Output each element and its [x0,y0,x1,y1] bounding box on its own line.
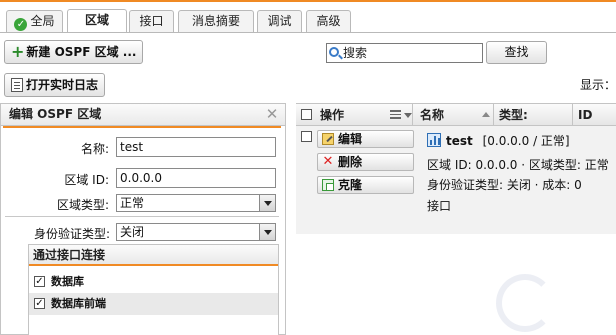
area-grid: 操作 名称 类型: ID 编辑 ✕ 删除 克隆 test [0.0.0.0 / 正… [296,103,616,234]
panel-title: 编辑 OSPF 区域 [1,104,285,126]
button-label: 编辑 [338,132,363,146]
area-type-select[interactable]: 正常 [116,194,276,212]
tab-debug[interactable]: 调试 [257,10,302,32]
auth-type-label: 身份验证类型: [33,227,110,241]
column-id[interactable]: ID [574,104,616,126]
select-value: 关闭 [120,225,145,239]
list-item[interactable]: ✓ 数据库前端 [29,293,278,315]
tab-label: 接口 [139,14,164,28]
chevron-down-icon [259,224,275,240]
edit-button[interactable]: 编辑 [317,130,414,148]
tab-bar: ✓ 全局 区域 接口 消息摘要 调试 高级 [0,0,616,34]
list-item[interactable]: ✓ 数据库 [29,271,278,293]
area-type-label: 区域类型: [56,198,109,212]
column-label: 操作 [320,108,345,122]
name-field[interactable]: test [116,137,276,157]
auth-type-select[interactable]: 关闭 [116,223,276,241]
area-name-line: test [0.0.0.0 / 正常] [446,132,570,149]
display-label: 显示： [580,78,616,92]
search-icon [329,47,339,57]
chevron-down-icon [259,195,275,211]
area-id-field[interactable]: 0.0.0.0 [116,168,276,188]
list-item-label: 数据库 [51,275,84,288]
clone-icon [322,179,334,191]
tab-label: 高级 [316,14,341,28]
chevron-down-icon[interactable] [404,113,412,118]
search-placeholder: 搜索 [343,46,368,60]
find-button[interactable]: 查找 [486,41,547,64]
tab-interface[interactable]: 接口 [129,10,174,32]
close-icon[interactable]: ✕ [265,106,279,122]
area-id-label: 区域 ID: [64,173,109,187]
tab-advanced[interactable]: 高级 [306,10,351,32]
list-icon[interactable] [390,110,401,119]
button-label: 删除 [338,155,363,169]
tab-label: 调试 [267,14,292,28]
name-label: 名称: [80,142,109,156]
interface-connection-box: 通过接口连接 ✓ 数据库 ✓ 数据库前端 [28,244,279,335]
new-ospf-area-button[interactable]: + 新建 OSPF 区域 ... [4,40,144,64]
check-circle-icon: ✓ [14,18,28,31]
row-checkbox[interactable] [301,131,312,142]
delete-button[interactable]: ✕ 删除 [317,153,414,171]
panel-accent-line [3,126,281,128]
area-detail-1: 区域 ID: 0.0.0.0 · 区域类型: 正常 [427,158,609,172]
area-name-suffix: [0.0.0.0 / 正常] [482,134,570,148]
button-label: 新建 OSPF 区域 ... [26,45,137,59]
column-label: 名称 [420,108,445,122]
tab-label: 全局 [30,14,55,28]
open-realtime-log-button[interactable]: 打开实时日志 [4,73,106,97]
edit-icon [322,133,334,145]
tab-label: 消息摘要 [191,14,240,28]
tab-message-digest[interactable]: 消息摘要 [178,10,254,32]
tab-area[interactable]: 区域 [67,9,127,33]
grid-header: 操作 名称 类型: ID [296,104,616,126]
checkbox[interactable]: ✓ [34,298,45,309]
column-label: 类型: [499,108,528,122]
edit-ospf-area-panel: 编辑 OSPF 区域 ✕ 名称: test 区域 ID: 0.0.0.0 区域类… [0,103,286,335]
watermark-logo [486,268,556,332]
delete-icon: ✕ [322,154,334,169]
column-name[interactable]: 名称 [416,104,494,126]
interface-connection-title: 通过接口连接 [29,245,278,266]
button-label: 打开实时日志 [26,78,99,92]
log-icon [11,78,23,92]
chart-icon [427,133,441,147]
search-input[interactable]: 搜索 [326,43,483,63]
tab-global[interactable]: ✓ 全局 [6,10,63,32]
column-label: ID [578,108,593,122]
area-name[interactable]: test [446,134,473,148]
button-label: 克隆 [338,178,363,192]
column-type[interactable]: 类型: [495,104,573,126]
select-all-checkbox[interactable] [301,109,312,120]
select-value: 正常 [120,196,145,210]
plus-icon: + [11,42,25,61]
divider [5,216,279,217]
checkbox[interactable]: ✓ [34,276,45,287]
area-detail-3: 接口 [427,199,452,213]
tab-divider [0,32,616,33]
sort-asc-icon [482,112,490,117]
list-item-label: 数据库前端 [51,297,106,310]
accent-line [0,0,616,2]
area-detail-2: 身份验证类型: 关闭 · 成本: 0 [427,178,582,192]
tab-label: 区域 [84,13,109,27]
clone-button[interactable]: 克隆 [317,176,414,194]
